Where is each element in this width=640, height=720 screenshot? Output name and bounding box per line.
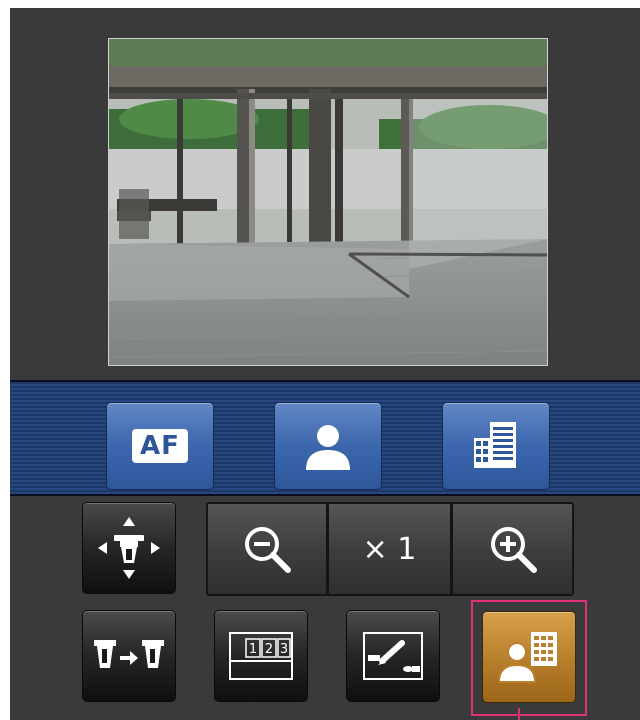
building-grid-icon: [474, 422, 516, 468]
zoom-in-button[interactable]: [453, 504, 572, 594]
camera-viewer-app: AF × 1 1 2 3: [10, 8, 640, 720]
zoom-out-button[interactable]: [208, 504, 326, 594]
person-mode-button[interactable]: [274, 402, 382, 490]
camera-live-image: [108, 38, 548, 366]
person-building-icon: [497, 632, 557, 683]
edit-button[interactable]: [346, 610, 440, 702]
preset-position-button[interactable]: 1 2 3: [214, 610, 308, 702]
preset-number-2: 2: [265, 642, 273, 657]
camera-scene-image: [109, 39, 547, 365]
zoom-out-icon: [245, 527, 291, 573]
pen-edit-icon: [363, 632, 423, 680]
person-building-button[interactable]: [482, 611, 576, 703]
zoom-level-text: × 1: [362, 531, 417, 567]
mode-control-bar: AF: [10, 380, 640, 496]
person-icon: [306, 425, 350, 470]
pan-tilt-camera-icon: [98, 517, 160, 579]
preset-number-3: 3: [280, 642, 288, 657]
af-icon: AF: [132, 429, 188, 463]
callout-pointer-line: [518, 708, 520, 720]
camera-switch-button[interactable]: [82, 610, 176, 702]
zoom-level-display: × 1: [329, 504, 450, 594]
preset-position-icon: 1 2 3: [229, 632, 293, 680]
zoom-in-icon: [490, 527, 537, 573]
preset-number-1: 1: [249, 642, 257, 657]
camera-switch-icon: [94, 640, 164, 668]
zoom-control-group: × 1: [206, 502, 574, 596]
af-button[interactable]: AF: [106, 402, 214, 490]
building-mode-button[interactable]: [442, 402, 550, 490]
pan-tilt-button[interactable]: [82, 502, 176, 594]
